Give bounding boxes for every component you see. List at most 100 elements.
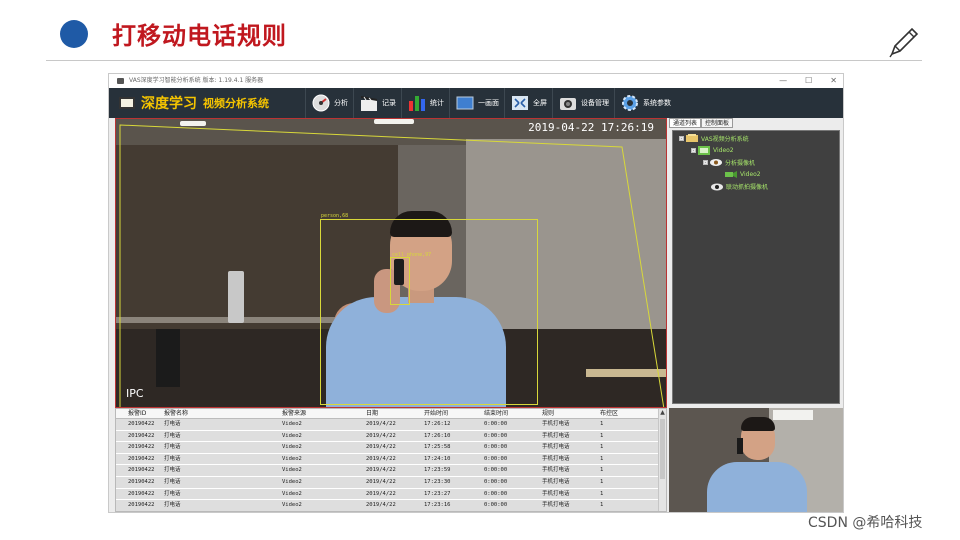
channel-panel: 通道列表 控制面板 - VAS视频分析系统 - Video2 - 分析摄像机 V… <box>669 118 843 408</box>
slide-title: 打移动电话规则 <box>112 22 287 50</box>
cell-alarm-source: Video2 <box>282 467 302 474</box>
statistics-button[interactable]: 统计 <box>401 88 449 118</box>
header-alarm-source[interactable]: 报警来源 <box>280 409 364 418</box>
app-icon <box>117 78 124 84</box>
gauge-icon <box>312 94 330 112</box>
scroll-up-icon[interactable]: ▲ <box>659 409 666 417</box>
cell-end-time: 0:00:00 <box>484 502 508 509</box>
table-row[interactable]: 20190422 打电话 Video2 2019/4/22 17:23:59 0:00:0… <box>116 465 666 477</box>
main-toolbar: 深度学习 视频分析系统 分析 记录 统计 一画面 全屏 设备管理 系统参数 <box>109 88 843 118</box>
table-row[interactable]: 20190422 打电话 Video2 2019/4/22 17:25:58 0:00:0… <box>116 442 666 454</box>
window-titlebar[interactable]: VAS深度学习智能分析系统 版本: 1.19.4.1 服务器 — ☐ ✕ <box>109 74 843 88</box>
cell-start-time: 17:24:10 <box>424 455 451 462</box>
tree-node-analysis-camera[interactable]: - 分析摄像机 <box>703 157 755 167</box>
tree-node-system[interactable]: - VAS视频分析系统 <box>679 133 749 143</box>
system-settings-button[interactable]: 系统参数 <box>614 88 676 118</box>
film-logo-icon <box>119 97 135 109</box>
tree-label: Video2 <box>713 146 734 154</box>
table-row[interactable]: 20190422 打电话 Video2 2019/4/22 17:24:10 0:00:0… <box>116 453 666 466</box>
header-start-time[interactable]: 开始时间 <box>422 409 482 418</box>
camera-green-icon <box>725 170 737 178</box>
phone-detection-label: cell phone,97 <box>392 252 432 258</box>
cell-end-time: 0:00:00 <box>484 490 508 497</box>
snapshot-phone <box>737 438 743 454</box>
tree-node-linkage-camera[interactable]: 联动抓拍摄像机 <box>711 181 768 191</box>
cell-zone: 1 <box>600 467 604 474</box>
vas-app-window: VAS深度学习智能分析系统 版本: 1.19.4.1 服务器 — ☐ ✕ 深度学… <box>108 73 844 513</box>
title-bullet-dot <box>60 20 88 48</box>
header-alarm-id[interactable]: 报警ID <box>116 409 162 418</box>
cell-end-time: 0:00:00 <box>484 455 508 462</box>
linkage-snapshot-view[interactable] <box>669 408 843 512</box>
record-button[interactable]: 记录 <box>353 88 401 118</box>
credit-watermark: CSDN @希哈科技 <box>808 515 923 531</box>
header-date[interactable]: 日期 <box>364 409 422 418</box>
collapse-toggle-icon[interactable]: - <box>679 135 684 141</box>
table-row[interactable]: 20190422 打电话 Video2 2019/4/22 17:23:27 0:00:0… <box>116 488 666 501</box>
cell-zone: 1 <box>600 490 604 497</box>
channel-tree: - VAS视频分析系统 - Video2 - 分析摄像机 Video2 联动抓拍… <box>672 130 840 404</box>
tree-node-video2[interactable]: - Video2 <box>691 145 734 155</box>
close-button[interactable]: ✕ <box>830 74 837 88</box>
minimize-button[interactable]: — <box>779 74 787 88</box>
cell-rule: 手机打电话 <box>542 478 570 485</box>
cell-alarm-source: Video2 <box>282 455 302 462</box>
table-row[interactable]: 20190422 打电话 Video2 2019/4/22 17:23:30 0:00:0… <box>116 476 666 489</box>
header-zone[interactable]: 布控区 <box>598 409 656 418</box>
cell-alarm-id: 20190422 <box>128 478 155 485</box>
video-view[interactable]: person,68 cell phone,97 2019-04-22 17:26… <box>115 118 667 408</box>
cell-zone: 1 <box>600 502 604 509</box>
cell-date: 2019/4/22 <box>366 455 396 462</box>
camera-icon <box>560 98 576 110</box>
cell-alarm-name: 打电话 <box>164 455 181 462</box>
cell-zone: 1 <box>600 455 604 462</box>
header-end-time[interactable]: 结束时间 <box>482 409 540 418</box>
single-screen-button[interactable]: 一画面 <box>449 88 504 118</box>
cell-date: 2019/4/22 <box>366 502 396 509</box>
person-detection-box <box>320 219 538 405</box>
single-screen-label: 一画面 <box>478 99 499 107</box>
header-alarm-name[interactable]: 报警名称 <box>162 409 280 418</box>
tree-node-video2-camera[interactable]: Video2 <box>725 169 761 179</box>
eye-icon <box>710 158 722 166</box>
cell-start-time: 17:25:58 <box>424 444 451 451</box>
cell-end-time: 0:00:00 <box>484 478 508 485</box>
bar-chart-icon <box>409 96 425 111</box>
window-title: VAS深度学习智能分析系统 版本: 1.19.4.1 服务器 <box>129 77 264 84</box>
cell-end-time: 0:00:00 <box>484 421 508 427</box>
table-row[interactable]: 20190422 打电话 Video2 2019/4/22 17:23:16 0:00:0… <box>116 500 666 511</box>
tab-channel-list[interactable]: 通道列表 <box>669 118 702 128</box>
device-management-button[interactable]: 设备管理 <box>552 88 614 118</box>
record-label: 记录 <box>382 99 396 107</box>
cell-alarm-source: Video2 <box>282 502 302 509</box>
cell-zone: 1 <box>600 444 604 451</box>
cell-rule: 手机打电话 <box>542 490 570 497</box>
phone-detection-box <box>390 257 410 305</box>
pen-icon <box>889 27 919 58</box>
cell-alarm-source: Video2 <box>282 421 302 427</box>
table-row[interactable]: 20190422 打电话 Video2 2019/4/22 17:26:10 0:00:0… <box>116 430 666 443</box>
cell-zone: 1 <box>600 421 604 427</box>
tab-control-panel[interactable]: 控制面板 <box>701 118 734 128</box>
table-row[interactable]: 20190422 打电话 Video2 2019/4/22 17:26:12 0:00:0… <box>116 419 666 431</box>
maximize-button[interactable]: ☐ <box>805 74 812 88</box>
analysis-label: 分析 <box>334 99 348 107</box>
header-rule[interactable]: 规则 <box>540 409 598 418</box>
collapse-toggle-icon[interactable]: - <box>691 147 696 153</box>
cell-alarm-source: Video2 <box>282 444 302 451</box>
analysis-button[interactable]: 分析 <box>305 88 353 118</box>
cell-end-time: 0:00:00 <box>484 432 508 439</box>
scroll-thumb[interactable] <box>660 419 665 479</box>
fullscreen-button[interactable]: 全屏 <box>504 88 552 118</box>
cell-alarm-name: 打电话 <box>164 444 181 451</box>
cell-alarm-source: Video2 <box>282 478 302 485</box>
alarm-table-scrollbar[interactable]: ▲ <box>658 409 666 511</box>
alarm-table: 报警ID 报警名称 报警来源 日期 开始时间 结束时间 规则 布控区 20190… <box>115 408 667 512</box>
cell-alarm-id: 20190422 <box>128 467 155 474</box>
cell-alarm-name: 打电话 <box>164 467 181 474</box>
collapse-toggle-icon[interactable]: - <box>703 159 708 165</box>
cell-alarm-name: 打电话 <box>164 502 181 509</box>
snapshot-person-body <box>707 462 807 512</box>
cell-date: 2019/4/22 <box>366 467 396 474</box>
cell-alarm-id: 20190422 <box>128 502 155 509</box>
